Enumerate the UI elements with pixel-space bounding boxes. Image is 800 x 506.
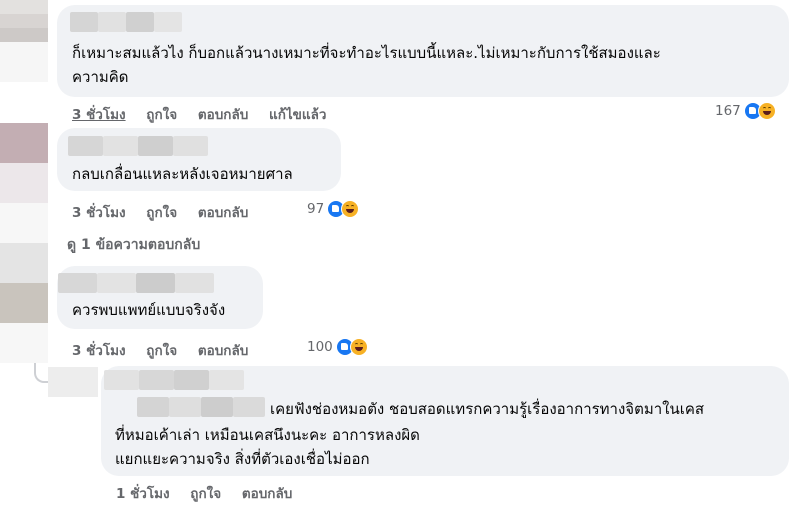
- comment-actions: 1 ชั่วโมง ถูกใจ ตอบกลับ: [116, 482, 308, 504]
- comment-actions: 3 ชั่วโมง ถูกใจ ตอบกลับ: [72, 339, 264, 361]
- haha-icon: [341, 200, 360, 218]
- avatar[interactable]: [0, 243, 48, 323]
- timestamp-link[interactable]: 3 ชั่วโมง: [72, 343, 126, 359]
- avatar[interactable]: [0, 123, 48, 203]
- timestamp-link[interactable]: 1 ชั่วโมง: [116, 486, 170, 502]
- commenter-name[interactable]: [70, 12, 182, 32]
- reply-button[interactable]: ตอบกลับ: [198, 205, 248, 221]
- avatar-placeholder: [0, 323, 48, 363]
- comment-text: กลบเกลื่อนแหละหลังเจอหมายศาล: [72, 165, 293, 183]
- avatar[interactable]: [0, 0, 48, 42]
- comment-text: ก็เหมาะสมแล้วไง ก็บอกแล้วนางเหมาะที่จะทำ…: [72, 44, 661, 62]
- comment-text: ความคิด: [72, 68, 129, 86]
- commenter-name[interactable]: [104, 370, 244, 390]
- comment-text: ที่หมอเค้าเล่า เหมือนเคสนึงนะคะ อาการหลง…: [115, 426, 420, 444]
- like-button[interactable]: ถูกใจ: [146, 343, 177, 359]
- timestamp-link[interactable]: 3 ชั่วโมง: [72, 205, 126, 221]
- edited-label: แก้ไขแล้ว: [269, 107, 327, 123]
- reply-button[interactable]: ตอบกลับ: [198, 343, 248, 359]
- reaction-count: 100: [307, 339, 333, 355]
- comment-actions: 3 ชั่วโมง ถูกใจ ตอบกลับ: [72, 201, 264, 223]
- comment-text: แยกแยะความจริง สิ่งที่ตัวเองเชื่อไม่ออก: [115, 450, 370, 468]
- avatar-placeholder: [0, 42, 48, 82]
- reply-button[interactable]: ตอบกลับ: [242, 486, 292, 502]
- commenter-name[interactable]: [58, 273, 214, 293]
- avatar[interactable]: [48, 367, 98, 397]
- timestamp-link[interactable]: 3 ชั่วโมง: [72, 107, 126, 123]
- reply-button[interactable]: ตอบกลับ: [198, 107, 248, 123]
- comment-text: ควรพบแพทย์แบบจริงจัง: [72, 301, 226, 319]
- haha-icon: [757, 102, 776, 120]
- reaction-summary[interactable]: 97: [307, 199, 360, 219]
- commenter-name[interactable]: [68, 136, 208, 156]
- reaction-summary[interactable]: 167: [715, 101, 776, 121]
- reaction-count: 97: [307, 201, 325, 217]
- comment-actions: 3 ชั่วโมง ถูกใจ ตอบกลับ แก้ไขแล้ว: [72, 103, 342, 125]
- like-button[interactable]: ถูกใจ: [146, 107, 177, 123]
- avatar-placeholder: [0, 203, 48, 243]
- haha-icon: [349, 338, 368, 356]
- reaction-count: 167: [715, 103, 741, 119]
- view-replies-link[interactable]: ดู 1 ข้อความตอบกลับ: [67, 234, 200, 256]
- comment-text: เคยฟังช่องหมอตัง ชอบสอดแทรกความรู้เรื่อง…: [270, 400, 705, 418]
- mentioned-name[interactable]: [137, 397, 265, 417]
- like-button[interactable]: ถูกใจ: [190, 486, 221, 502]
- like-button[interactable]: ถูกใจ: [146, 205, 177, 221]
- reaction-summary[interactable]: 100: [307, 337, 368, 357]
